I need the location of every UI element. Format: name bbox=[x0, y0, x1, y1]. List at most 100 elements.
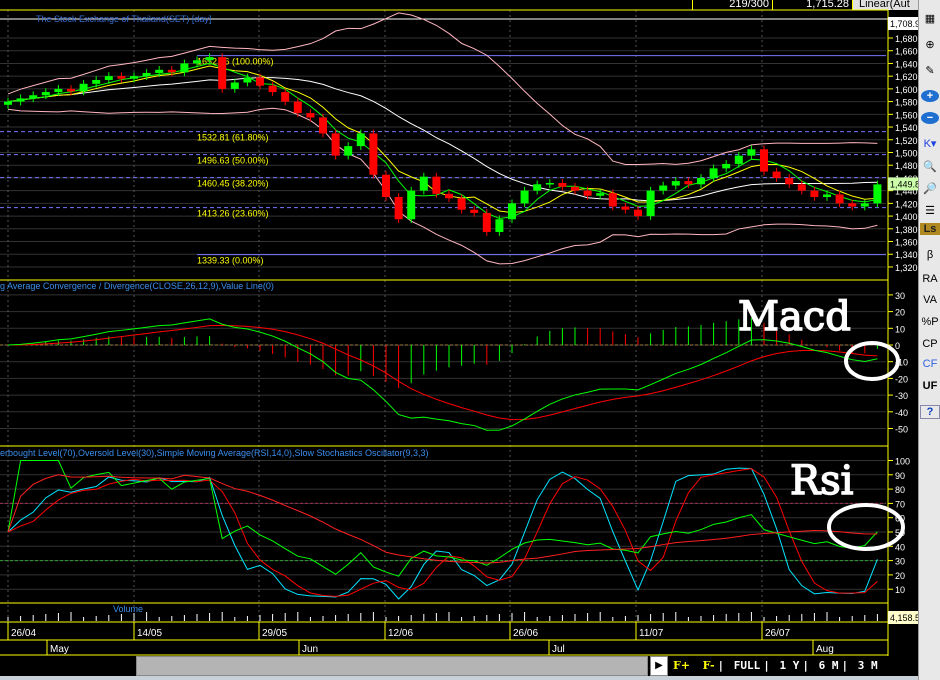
macd-axis-label: 30 bbox=[895, 291, 905, 301]
fib-level-label: 1413.26 (23.60%) bbox=[197, 209, 269, 219]
price-axis-label: 1,480 bbox=[895, 161, 918, 171]
last-price-label: 1,449.8 bbox=[890, 179, 918, 189]
candle-body bbox=[407, 190, 416, 220]
candle-body bbox=[256, 77, 264, 86]
candle-body bbox=[445, 193, 453, 199]
stock-chart[interactable]: 1652.36 (100.00%)1532.81 (61.80%)1496.63… bbox=[0, 0, 918, 656]
price-axis-label: 1,380 bbox=[895, 225, 918, 235]
fib-level-label: 1496.63 (50.00%) bbox=[197, 156, 269, 166]
fib-level-label: 1532.81 (61.80%) bbox=[197, 133, 269, 143]
candle-body bbox=[243, 77, 252, 83]
rsi-axis-label: 20 bbox=[895, 571, 905, 581]
rsi-axis-label: 90 bbox=[895, 471, 905, 481]
candle-body bbox=[281, 92, 290, 102]
candle-body bbox=[634, 209, 642, 217]
fib-level-label: 1339.33 (0.00%) bbox=[197, 256, 264, 266]
candle-body bbox=[268, 85, 277, 93]
add-chart-icon[interactable]: ⊕ bbox=[920, 38, 940, 51]
candle-body bbox=[369, 133, 378, 175]
candle-body bbox=[571, 186, 579, 191]
range-bar: F+ F- | FULL | 1 Y | 6 M | 3 M bbox=[670, 656, 918, 676]
range-6m-button[interactable]: 6 M bbox=[819, 659, 839, 672]
candle-body bbox=[835, 194, 844, 204]
rsi-sma-line bbox=[7, 474, 878, 564]
price-axis-label: 1,600 bbox=[895, 85, 918, 95]
price-axis-label: 1,680 bbox=[895, 34, 918, 44]
toolbar-uf-button[interactable]: UF bbox=[920, 380, 940, 392]
rsi-axis-label: 30 bbox=[895, 557, 905, 567]
candle-body bbox=[331, 133, 340, 156]
candle-body bbox=[470, 209, 479, 213]
chart-title: The Stock Exchange of Thailand(SET) [day… bbox=[36, 14, 211, 24]
candle-body bbox=[306, 113, 315, 118]
price-axis-label: 1,560 bbox=[895, 110, 918, 120]
candle-body bbox=[394, 197, 403, 220]
calendar-icon[interactable]: ▦ bbox=[920, 12, 940, 25]
range-3m-button[interactable]: 3 M bbox=[858, 659, 878, 672]
macd-axis-label: -40 bbox=[895, 408, 908, 418]
macd-axis-label: 10 bbox=[895, 324, 905, 334]
candle-body bbox=[92, 79, 101, 84]
candle-body bbox=[583, 190, 592, 196]
horizontal-scrollbar[interactable] bbox=[136, 656, 648, 676]
candle-body bbox=[155, 69, 164, 73]
candle-body bbox=[180, 63, 189, 73]
handwritten-macd-annotation: Macd bbox=[738, 294, 851, 340]
date-label: 11/07 bbox=[639, 628, 664, 639]
toolbar-help-button[interactable]: ? bbox=[920, 405, 940, 419]
toolbar-cf-button[interactable]: CF bbox=[920, 358, 940, 370]
price-axis-label: 1,620 bbox=[895, 72, 918, 82]
ls-icon[interactable]: Ls bbox=[920, 223, 940, 235]
month-label: Jun bbox=[302, 644, 318, 655]
magnify-plus-icon[interactable]: 🔍 bbox=[920, 160, 940, 173]
candle-body bbox=[520, 190, 529, 204]
edit-icon[interactable]: ✎ bbox=[920, 64, 940, 77]
zoom-in-time-button[interactable]: F+ bbox=[673, 659, 690, 672]
date-label: 12/06 bbox=[388, 628, 413, 639]
stoch-d-line bbox=[7, 468, 878, 597]
list-icon[interactable]: ☰ bbox=[920, 204, 940, 217]
zoom-out-icon[interactable]: − bbox=[921, 112, 939, 124]
toolbar-va-button[interactable]: VA bbox=[920, 294, 940, 306]
zoom-out-time-button[interactable]: F- bbox=[703, 659, 715, 672]
candle-body bbox=[41, 92, 50, 96]
month-label: May bbox=[50, 644, 69, 655]
candle-body bbox=[873, 184, 882, 204]
candle-body bbox=[495, 219, 504, 232]
scroll-right-button[interactable]: ▶ bbox=[650, 656, 668, 676]
k-menu-icon[interactable]: K▾ bbox=[920, 137, 940, 150]
toolbar-cp-button[interactable]: CP bbox=[920, 338, 940, 350]
candle-body bbox=[432, 176, 441, 194]
range-1y-button[interactable]: 1 Y bbox=[780, 659, 800, 672]
candle-body bbox=[596, 193, 605, 196]
toolbar-pctp-button[interactable]: %P bbox=[920, 316, 940, 328]
price-axis-label: 1,580 bbox=[895, 98, 918, 108]
candle-body bbox=[482, 212, 491, 232]
candle-body bbox=[142, 72, 151, 77]
date-label: 26/04 bbox=[11, 628, 36, 639]
candle-body bbox=[29, 95, 38, 99]
candle-body bbox=[760, 149, 768, 172]
candle-body bbox=[810, 190, 819, 197]
candle-body bbox=[785, 177, 794, 185]
candle-body bbox=[684, 181, 693, 185]
toolbar-ra-button[interactable]: RA bbox=[920, 273, 940, 285]
candle-body bbox=[54, 88, 63, 93]
date-label: 14/05 bbox=[137, 628, 162, 639]
handwritten-rsi-annotation: Rsi bbox=[790, 458, 853, 504]
magnify-minus-icon[interactable]: 🔎 bbox=[920, 182, 940, 195]
candle-body bbox=[621, 206, 630, 210]
candle-body bbox=[4, 101, 12, 105]
stoch-k-line bbox=[7, 467, 878, 600]
zoom-in-icon[interactable]: + bbox=[921, 90, 939, 102]
handwritten-circle bbox=[844, 341, 900, 381]
macd-title: g Average Convergence / Divergence(CLOSE… bbox=[0, 281, 274, 291]
macd-axis-label: -30 bbox=[895, 391, 908, 401]
candle-body bbox=[671, 181, 680, 186]
range-full-button[interactable]: FULL bbox=[734, 659, 761, 672]
toolbar-beta-button[interactable]: β bbox=[920, 249, 940, 261]
price-axis-label: 1,400 bbox=[895, 212, 918, 222]
volume-last-label: 4,158.5 bbox=[890, 613, 918, 623]
price-axis-label: 1,320 bbox=[895, 263, 918, 273]
price-axis-label: 1,420 bbox=[895, 199, 918, 209]
